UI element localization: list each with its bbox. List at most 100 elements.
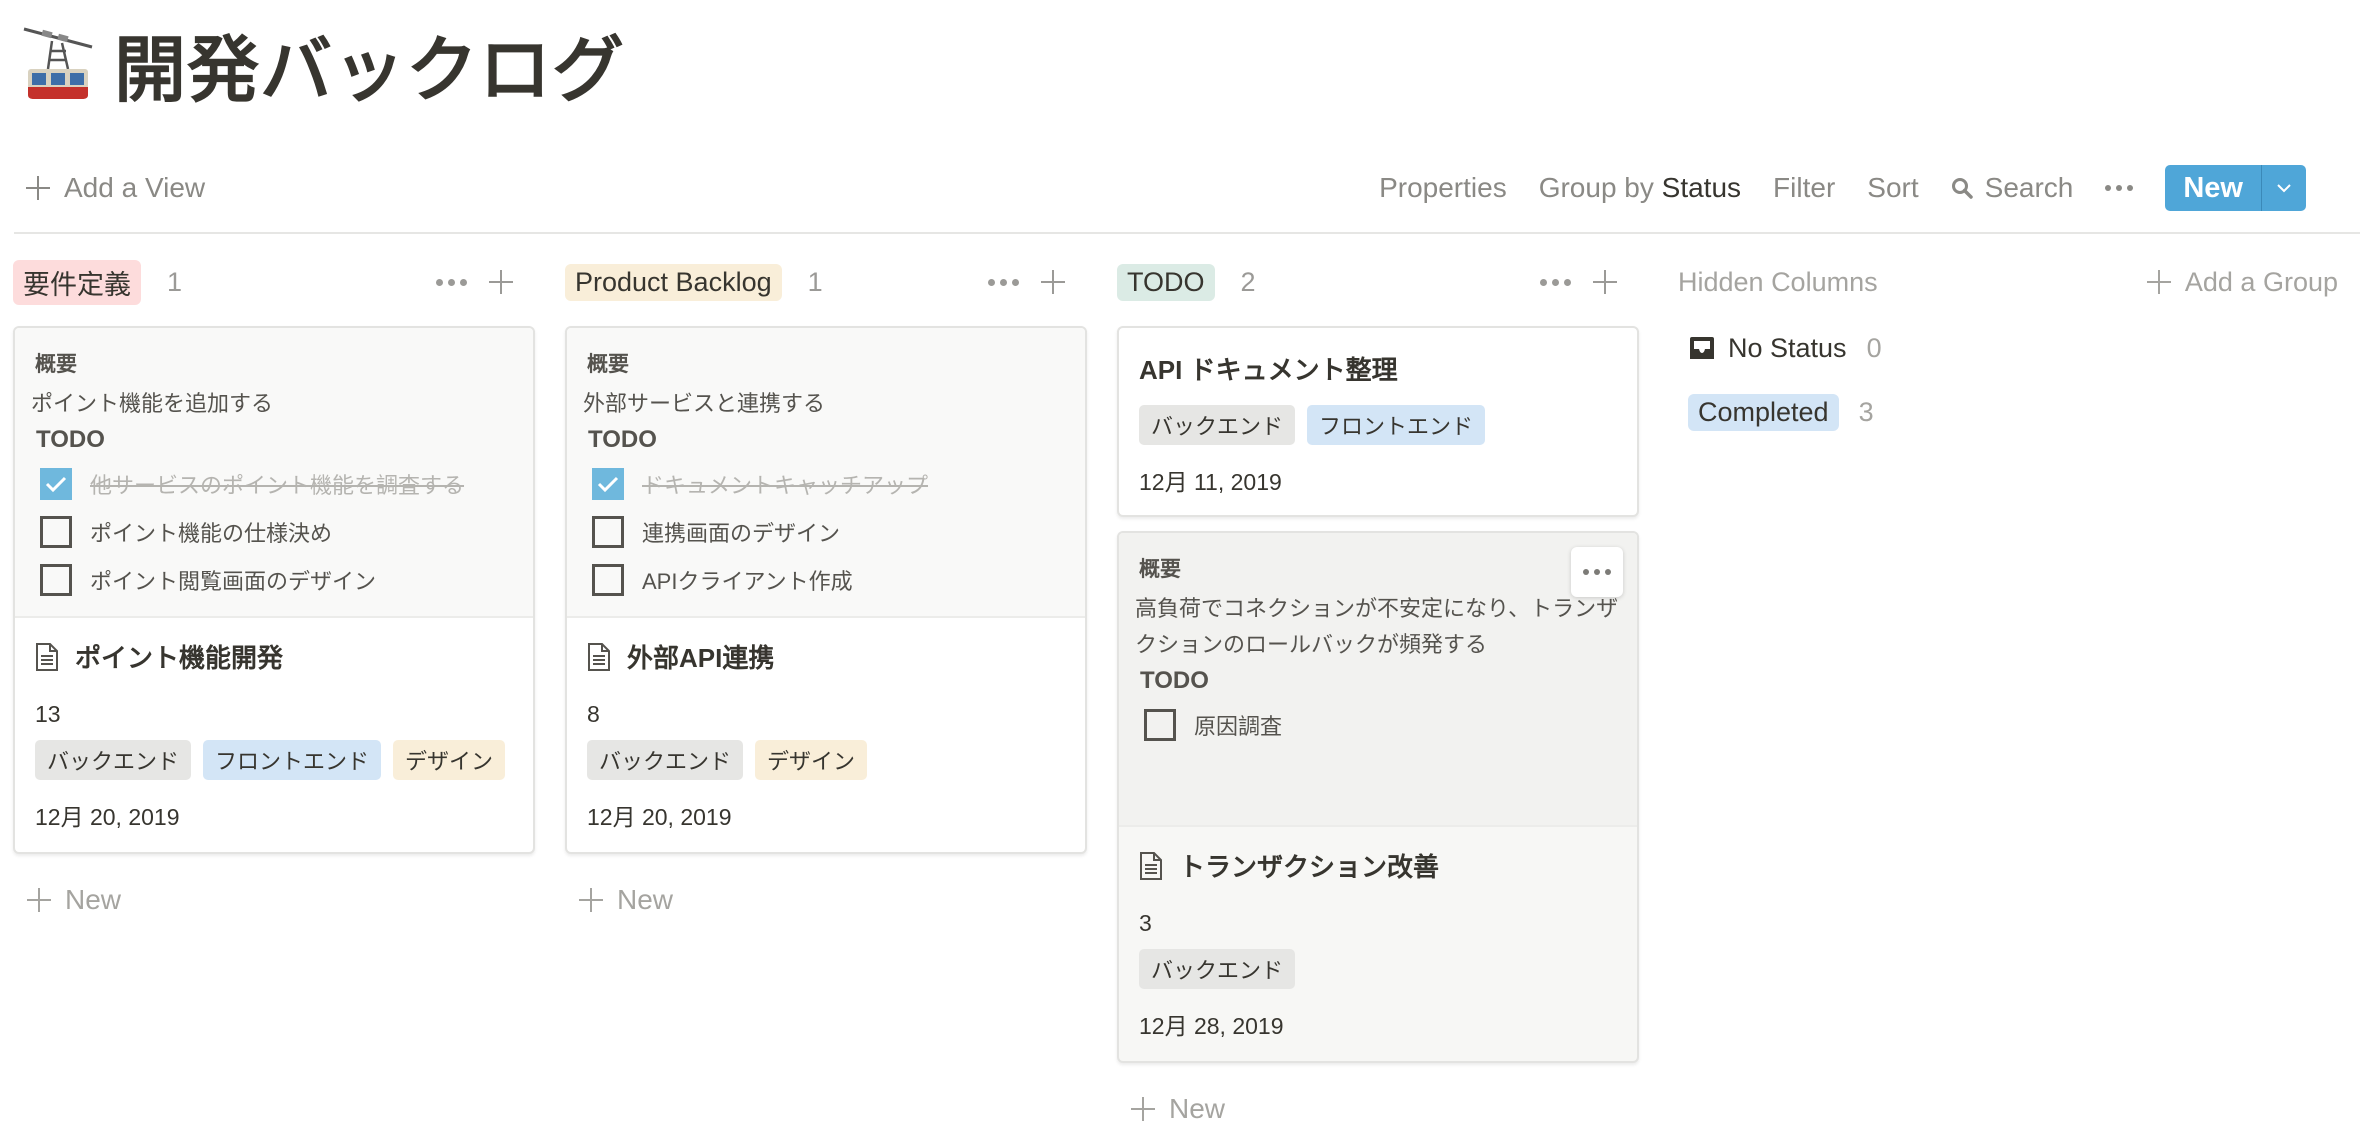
checkbox-checked[interactable]	[592, 468, 624, 500]
board-card[interactable]: 概要 ポイント機能を追加する TODO 他サービスのポイント機能を調査する ポイ…	[13, 326, 535, 854]
status-label[interactable]: TODO	[1117, 263, 1215, 301]
column-count: 1	[167, 266, 183, 297]
hidden-group-no-status[interactable]: No Status 0	[1678, 328, 2338, 368]
card-date: 12月 20, 2019	[35, 804, 180, 830]
hidden-group-label: No Status	[1728, 332, 1847, 363]
todo-item: ポイント機能の仕様決め	[40, 514, 517, 550]
checkbox[interactable]	[40, 516, 72, 548]
todo-label: 連携画面のデザイン	[642, 521, 841, 546]
more-options-icon[interactable]	[2105, 185, 2134, 191]
tag: バックエンド	[587, 740, 744, 780]
board-card[interactable]: 概要 外部サービスと連携する TODO ドキュメントキャッチアップ 連携画面のデ…	[565, 326, 1087, 854]
tag: フロントエンド	[1307, 405, 1486, 445]
search-icon	[1951, 178, 1973, 199]
card-date: 12月 11, 2019	[1139, 469, 1282, 495]
card-title-text: ポイント機能開発	[75, 643, 284, 673]
card-date: 12月 28, 2019	[1139, 1013, 1284, 1039]
status-label[interactable]: Product Backlog	[565, 263, 782, 301]
checkbox[interactable]	[592, 564, 624, 596]
todo-label: 原因調査	[1194, 714, 1283, 739]
hidden-group-completed[interactable]: Completed 3	[1678, 392, 2338, 432]
card-points: 3	[1139, 910, 1152, 936]
add-view-button[interactable]: Add a View	[14, 172, 205, 204]
hidden-columns-title: Hidden Columns	[1678, 266, 1878, 297]
column-more-icon[interactable]	[1540, 278, 1571, 286]
preview-heading: 概要	[35, 353, 77, 376]
add-group-button[interactable]: Add a Group	[2146, 266, 2338, 298]
new-dropdown-button[interactable]	[2262, 165, 2306, 211]
todo-label: ドキュメントキャッチアップ	[642, 473, 929, 498]
card-title: ポイント機能開発	[35, 638, 513, 675]
preview-todo-heading: TODO	[588, 426, 657, 453]
preview-heading: 概要	[587, 353, 629, 376]
card-points: 13	[35, 701, 61, 727]
tag: デザイン	[755, 740, 868, 780]
column-add-icon[interactable]	[489, 270, 513, 294]
card-preview: 概要 ポイント機能を追加する TODO 他サービスのポイント機能を調査する ポイ…	[15, 328, 533, 618]
tag: バックエンド	[1139, 949, 1296, 989]
checkbox-checked[interactable]	[40, 468, 72, 500]
board-column-requirements: 要件定義 1 概要 ポイント機能を追加する TODO 他サービスのポイント機能を…	[13, 258, 535, 916]
card-body: API ドキュメント整理 バックエンド フロントエンド 12月 11, 2019	[1119, 328, 1637, 515]
column-header: 要件定義 1	[13, 258, 535, 306]
add-card-label: New	[1169, 1093, 1226, 1124]
aerial-tramway-icon[interactable]	[22, 23, 94, 103]
more-options-icon	[1583, 569, 1611, 575]
column-count: 2	[1240, 266, 1256, 297]
card-body: ポイント機能開発 13 バックエンド フロントエンド デザイン 12月 20, …	[15, 618, 533, 852]
column-header: Product Backlog 1	[565, 258, 1087, 306]
card-title: API ドキュメント整理	[1139, 355, 1398, 385]
tag: フロントエンド	[203, 740, 382, 780]
card-body: トランザクション改善 3 バックエンド 12月 28, 2019	[1119, 827, 1637, 1061]
hidden-columns-header: Hidden Columns Add a Group	[1678, 258, 2338, 306]
checkbox[interactable]	[1144, 709, 1176, 741]
filter-button[interactable]: Filter	[1773, 172, 1835, 204]
board-card[interactable]: 概要 高負荷でコネクションが不安定になり、トランザクションのロールバックが頻発す…	[1117, 531, 1639, 1063]
preview-text: ポイント機能を追加する	[31, 391, 274, 416]
status-label[interactable]: 要件定義	[13, 259, 141, 305]
group-by-value: Status	[1661, 172, 1742, 203]
checkbox[interactable]	[40, 564, 72, 596]
board-card[interactable]: API ドキュメント整理 バックエンド フロントエンド 12月 11, 2019	[1117, 326, 1639, 517]
column-more-icon[interactable]	[436, 278, 467, 286]
search-button[interactable]: Search	[1951, 172, 2074, 204]
plus-icon	[579, 888, 603, 912]
add-card-button[interactable]: New	[565, 884, 1087, 916]
tag: デザイン	[393, 740, 506, 780]
preview-heading: 概要	[1139, 558, 1181, 581]
column-header: TODO 2	[1117, 258, 1639, 306]
add-card-label: New	[617, 884, 674, 915]
column-add-icon[interactable]	[1041, 270, 1065, 294]
sort-button[interactable]: Sort	[1867, 172, 1918, 204]
column-count: 1	[807, 266, 823, 297]
document-icon	[1140, 851, 1162, 880]
group-by-button[interactable]: Group by Status	[1539, 172, 1741, 204]
plus-icon	[27, 888, 51, 912]
checkbox[interactable]	[592, 516, 624, 548]
card-date: 12月 20, 2019	[587, 804, 732, 830]
card-title: トランザクション改善	[1139, 847, 1617, 884]
column-more-icon[interactable]	[988, 278, 1019, 286]
column-add-icon[interactable]	[1593, 270, 1617, 294]
card-more-button[interactable]	[1571, 547, 1623, 597]
plus-icon	[2146, 270, 2171, 294]
new-button[interactable]: New	[2165, 165, 2262, 211]
add-view-label: Add a View	[64, 172, 206, 203]
todo-label: ポイント閲覧画面のデザイン	[90, 569, 377, 594]
add-card-button[interactable]: New	[1117, 1093, 1639, 1125]
properties-button[interactable]: Properties	[1379, 172, 1507, 204]
todo-item: ポイント閲覧画面のデザイン	[40, 562, 517, 598]
preview-todo-heading: TODO	[1140, 667, 1209, 694]
todo-item: APIクライアント作成	[592, 562, 1069, 598]
todo-item: 連携画面のデザイン	[592, 514, 1069, 550]
view-toolbar: Add a View Properties Group by Status Fi…	[14, 160, 2360, 216]
add-group-label: Add a Group	[2184, 266, 2338, 297]
document-icon	[588, 642, 610, 671]
toolbar-divider	[14, 232, 2360, 234]
check-icon	[597, 476, 619, 493]
card-tags: バックエンド デザイン	[587, 740, 1065, 780]
add-card-button[interactable]: New	[13, 884, 535, 916]
toolbar-actions: Properties Group by Status Filter Sort S…	[1347, 160, 2306, 216]
todo-label: ポイント機能の仕様決め	[90, 521, 333, 546]
search-label: Search	[1984, 172, 2074, 203]
